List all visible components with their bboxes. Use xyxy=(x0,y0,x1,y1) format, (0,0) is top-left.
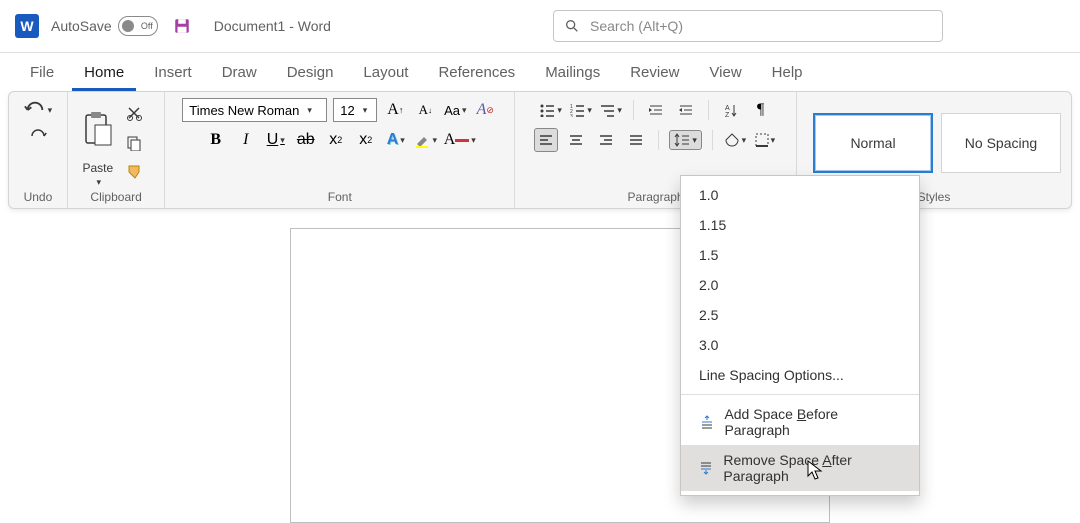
spacing-option-1.5[interactable]: 1.5 xyxy=(681,240,919,270)
bullets-button[interactable]: ▾ xyxy=(539,98,563,122)
tab-insert[interactable]: Insert xyxy=(142,56,204,91)
italic-button[interactable]: I xyxy=(234,128,258,152)
tab-help[interactable]: Help xyxy=(760,56,815,91)
remove-space-after[interactable]: Remove Space After Paragraph xyxy=(681,445,919,491)
format-painter-button[interactable] xyxy=(122,161,146,185)
font-color-button[interactable]: A▾ xyxy=(444,128,476,152)
numbering-button[interactable]: 123▾ xyxy=(569,98,593,122)
font-family-combo[interactable]: Times New Roman▾ xyxy=(182,98,327,122)
remove-space-after-icon xyxy=(699,460,713,476)
increase-font-button[interactable]: A↑ xyxy=(383,98,407,122)
line-spacing-menu: 1.0 1.15 1.5 2.0 2.5 3.0 Line Spacing Op… xyxy=(680,175,920,496)
borders-button[interactable]: ▾ xyxy=(753,128,777,152)
superscript-button[interactable]: x2 xyxy=(354,128,378,152)
redo-button[interactable] xyxy=(26,124,50,148)
multilevel-list-button[interactable]: ▾ xyxy=(599,98,623,122)
tab-references[interactable]: References xyxy=(426,56,527,91)
tab-view[interactable]: View xyxy=(697,56,753,91)
mouse-cursor-icon xyxy=(807,460,825,482)
add-space-before-icon xyxy=(699,414,714,430)
spacing-option-1.15[interactable]: 1.15 xyxy=(681,210,919,240)
clipboard-group-label: Clipboard xyxy=(78,188,155,204)
style-normal[interactable]: Normal xyxy=(813,113,933,173)
change-case-button[interactable]: Aa▾ xyxy=(443,98,467,122)
spacing-option-1.0[interactable]: 1.0 xyxy=(681,180,919,210)
copy-button[interactable] xyxy=(122,131,146,155)
paste-button[interactable] xyxy=(78,99,118,159)
tab-design[interactable]: Design xyxy=(275,56,346,91)
title-bar: W AutoSave Off Document1 - Word Search (… xyxy=(0,0,1080,53)
spacing-option-3.0[interactable]: 3.0 xyxy=(681,330,919,360)
save-button[interactable] xyxy=(170,14,194,38)
svg-text:3: 3 xyxy=(570,114,573,117)
sort-button[interactable]: AZ xyxy=(719,98,743,122)
add-space-before[interactable]: Add Space Before Paragraph xyxy=(681,399,919,445)
align-right-button[interactable] xyxy=(594,128,618,152)
svg-text:A: A xyxy=(725,105,730,112)
font-size-combo[interactable]: 12▾ xyxy=(333,98,377,122)
cut-button[interactable] xyxy=(122,101,146,125)
underline-button[interactable]: U▾ xyxy=(264,128,288,152)
highlight-button[interactable]: ▾ xyxy=(414,128,438,152)
search-input[interactable]: Search (Alt+Q) xyxy=(553,10,943,42)
decrease-font-button[interactable]: A↓ xyxy=(413,98,437,122)
subscript-button[interactable]: x2 xyxy=(324,128,348,152)
style-no-spacing[interactable]: No Spacing xyxy=(941,113,1061,173)
line-spacing-options[interactable]: Line Spacing Options... xyxy=(681,360,919,390)
undo-group-label: Undo xyxy=(19,188,57,204)
clear-formatting-button[interactable]: A⊘ xyxy=(473,98,497,122)
increase-indent-button[interactable] xyxy=(674,98,698,122)
tab-file[interactable]: File xyxy=(18,56,66,91)
text-effects-button[interactable]: A▾ xyxy=(384,128,408,152)
justify-button[interactable] xyxy=(624,128,648,152)
tab-draw[interactable]: Draw xyxy=(210,56,269,91)
search-icon xyxy=(564,18,580,34)
bold-button[interactable]: B xyxy=(204,128,228,152)
font-group-label: Font xyxy=(175,188,504,204)
tab-layout[interactable]: Layout xyxy=(351,56,420,91)
autosave-toggle[interactable]: Off xyxy=(118,16,158,36)
tab-home[interactable]: Home xyxy=(72,56,136,91)
show-marks-button[interactable]: ¶ xyxy=(749,98,773,122)
line-spacing-button[interactable]: ▾ xyxy=(669,130,702,150)
tab-review[interactable]: Review xyxy=(618,56,691,91)
ribbon-tabs: File Home Insert Draw Design Layout Refe… xyxy=(0,53,1080,91)
spacing-option-2.5[interactable]: 2.5 xyxy=(681,300,919,330)
tab-mailings[interactable]: Mailings xyxy=(533,56,612,91)
svg-text:Z: Z xyxy=(725,112,730,117)
shading-button[interactable]: ▾ xyxy=(723,128,747,152)
undo-button[interactable]: ▾ xyxy=(24,98,53,122)
spacing-option-2.0[interactable]: 2.0 xyxy=(681,270,919,300)
strikethrough-button[interactable]: ab xyxy=(294,128,318,152)
align-center-button[interactable] xyxy=(564,128,588,152)
document-title: Document1 - Word xyxy=(214,18,331,34)
align-left-button[interactable] xyxy=(534,128,558,152)
decrease-indent-button[interactable] xyxy=(644,98,668,122)
autosave-label: AutoSave xyxy=(51,18,112,34)
word-app-icon: W xyxy=(15,14,39,38)
